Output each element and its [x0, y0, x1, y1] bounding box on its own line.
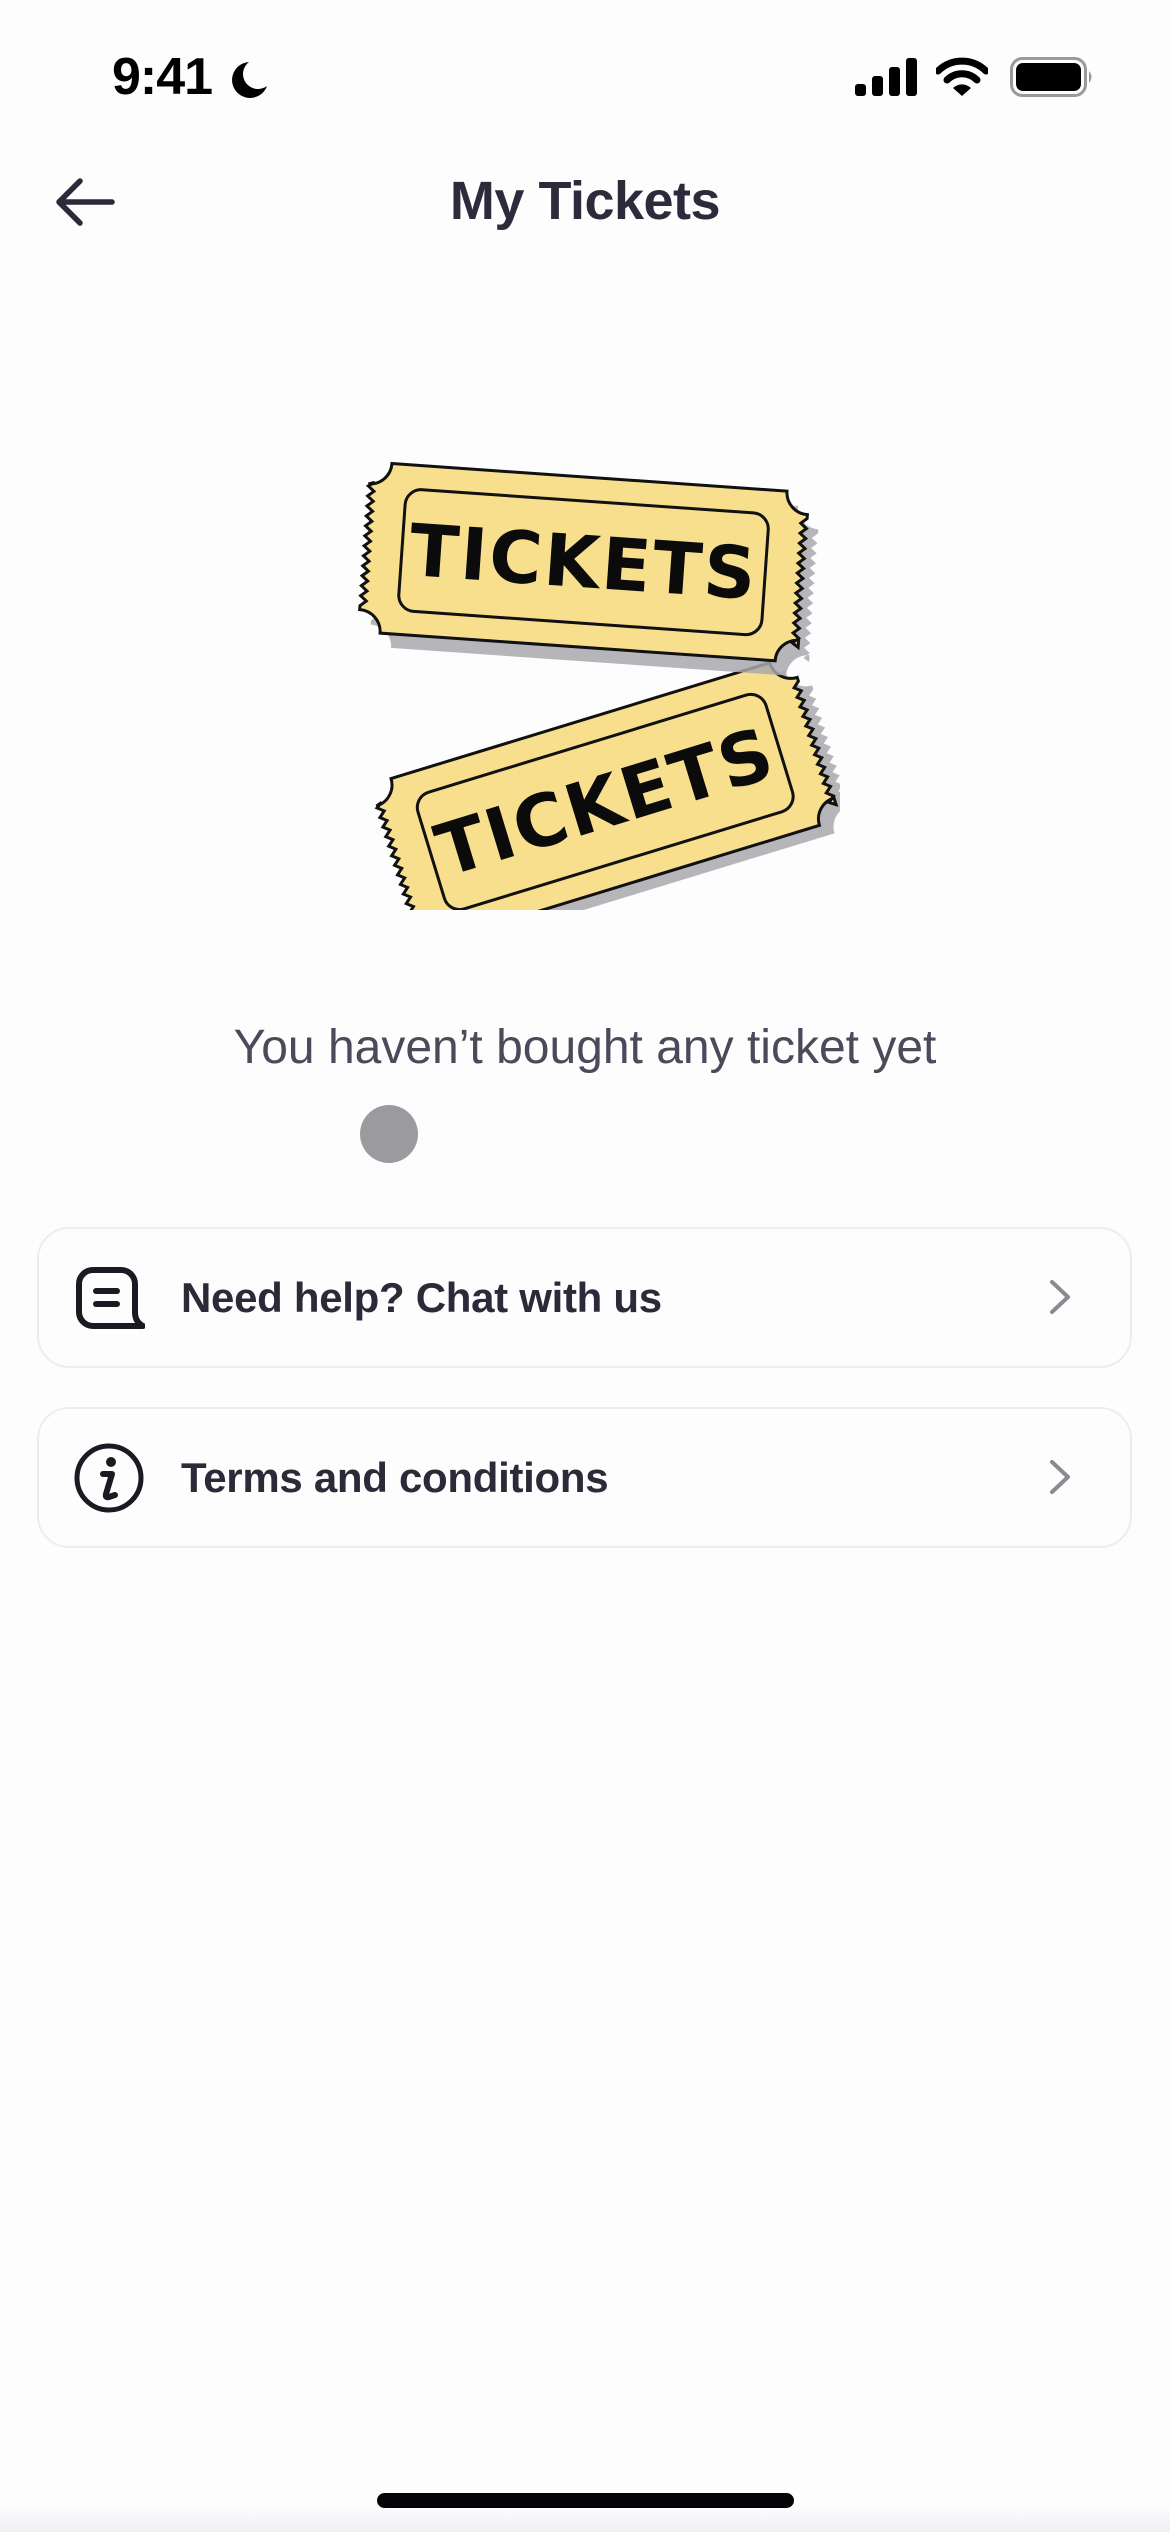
status-time: 9:41	[112, 48, 213, 106]
battery-icon	[1010, 57, 1092, 97]
my-tickets-screen: 9:41 My Tickets TICKETS TICKETS You have…	[0, 0, 1170, 2532]
cellular-signal-icon	[855, 58, 917, 96]
terms-label: Terms and conditions	[181, 1453, 609, 1501]
chevron-right-icon	[1050, 1460, 1070, 1494]
touch-indicator	[360, 1105, 418, 1163]
chat-bubble-icon	[76, 1267, 145, 1329]
home-indicator[interactable]	[377, 2493, 794, 2508]
tickets-illustration: TICKETS TICKETS	[356, 460, 840, 910]
terms-and-conditions-row[interactable]: Terms and conditions	[37, 1407, 1132, 1548]
ticket-bottom: TICKETS	[368, 654, 840, 910]
ticket-top: TICKETS	[356, 460, 820, 678]
info-circle-icon	[74, 1443, 144, 1513]
chat-support-row[interactable]: Need help? Chat with us	[37, 1227, 1132, 1368]
bottom-safe-area	[0, 2510, 1170, 2532]
header: My Tickets	[0, 150, 1170, 255]
moon-icon	[232, 62, 267, 98]
empty-state-message: You haven’t bought any ticket yet	[233, 1021, 937, 1074]
status-bar: 9:41	[0, 0, 1170, 150]
chat-support-label: Need help? Chat with us	[181, 1273, 662, 1321]
page-title: My Tickets	[449, 171, 721, 231]
wifi-icon	[936, 57, 988, 96]
chevron-right-icon	[1050, 1280, 1070, 1314]
